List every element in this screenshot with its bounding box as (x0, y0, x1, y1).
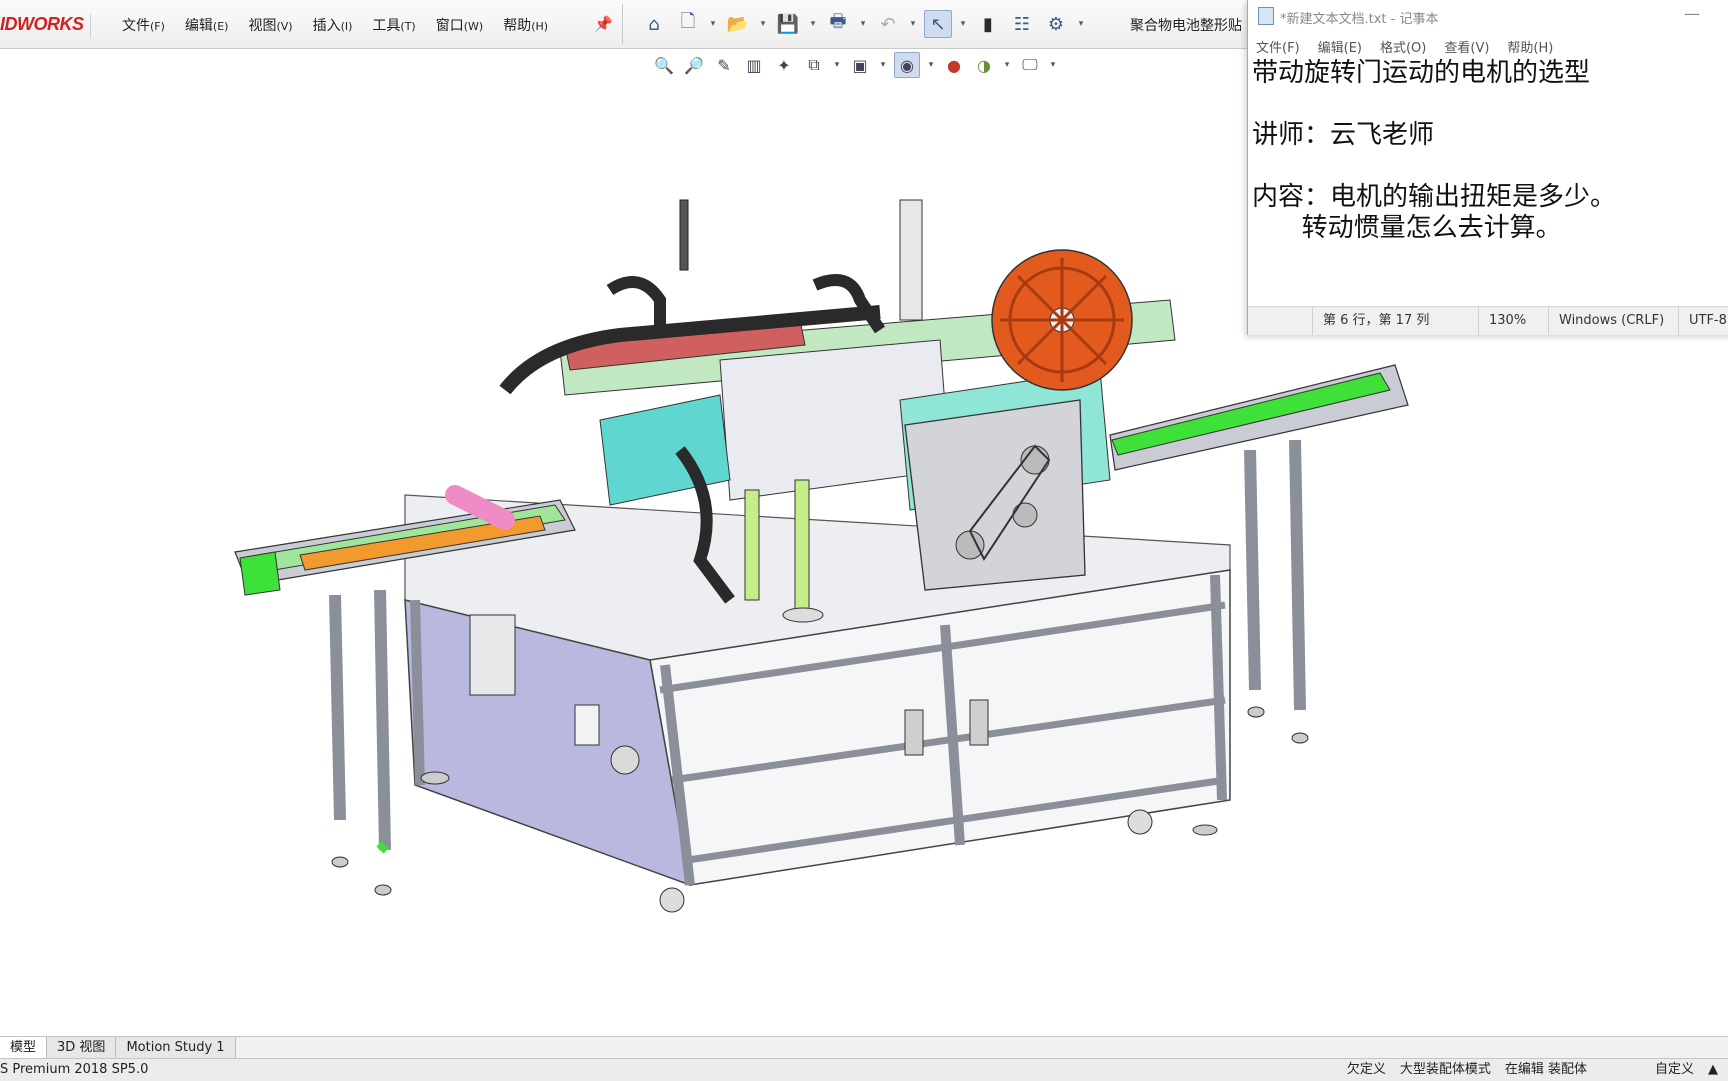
leveling-foot (1247, 706, 1265, 718)
leg-foot-green (376, 841, 389, 854)
profile-post (410, 599, 425, 786)
menu-file[interactable]: 文件(F) (112, 15, 175, 35)
solidworks-logo[interactable]: IDWORKS (0, 14, 91, 38)
notepad-status-bar: 第 6 行，第 17 列 130% Windows (CRLF) UTF-8 (1248, 306, 1728, 335)
tab-3d-view[interactable]: 3D 视图 (47, 1037, 117, 1059)
power-switch-box (574, 704, 600, 746)
tab-model[interactable]: 模型 (0, 1037, 48, 1059)
menu-insert[interactable]: 插入(I) (303, 15, 363, 35)
leveling-foot (420, 771, 450, 785)
air-filter-regulator (469, 614, 516, 696)
status-spacer (1601, 1059, 1641, 1081)
chevron-down-icon[interactable]: ▾ (1076, 19, 1086, 29)
tab-motion-study[interactable]: Motion Study 1 (116, 1037, 236, 1059)
print-icon[interactable]: 🖶 (824, 10, 852, 38)
caster-wheel (659, 887, 685, 913)
conveyor-leg (374, 589, 391, 851)
green-support-column (794, 479, 810, 611)
notepad-text-area[interactable]: 带动旋转门运动的电机的选型 讲师：云飞老师 内容：电机的输出扭矩是多少。 转动惯… (1248, 56, 1728, 306)
text-line: 转动惯量怎么去计算。 (1252, 213, 1562, 243)
chevron-down-icon[interactable]: ▾ (708, 19, 718, 29)
status-units-custom[interactable]: 自定义 (1655, 1059, 1694, 1081)
menu-tools[interactable]: 工具(T) (362, 15, 425, 35)
door-handle (904, 709, 924, 756)
options-gear-icon[interactable]: ⚙ (1042, 10, 1070, 38)
text-line: 内容：电机的输出扭矩是多少。 (1252, 182, 1617, 212)
chevron-up-icon[interactable]: ▲ (1708, 1059, 1718, 1081)
column-base (782, 607, 824, 623)
leveling-foot (374, 884, 392, 896)
caster-wheel (1127, 809, 1153, 835)
menu-window[interactable]: 窗口(W) (426, 15, 493, 35)
notepad-menu-view[interactable]: 查看(V) (1444, 37, 1489, 56)
text-line: 讲师：云飞老师 (1252, 120, 1435, 150)
file-properties-icon[interactable]: ☷ (1008, 10, 1036, 38)
menu-help[interactable]: 帮助(H) (493, 15, 558, 35)
cooling-fan (610, 745, 640, 775)
text-line: 带动旋转门运动的电机的选型 (1252, 58, 1591, 88)
main-menu: 文件(F) 编辑(E) 视图(V) 插入(I) 工具(T) 窗口(W) 帮助(H… (112, 15, 558, 35)
line-ending: Windows (CRLF) (1548, 307, 1664, 335)
notepad-title: *新建文本文档.txt - 记事本 (1280, 12, 1439, 27)
standard-toolbar: ⌂ 🗋 ▾ 📂 ▾ 💾 ▾ 🖶 ▾ ↶ ▾ ↖ ▾ ▮ ☷ ⚙ ▾ (640, 10, 1086, 38)
green-support-column (744, 489, 760, 601)
cyan-slide-plate (599, 394, 731, 506)
notepad-menu-file[interactable]: 文件(F) (1256, 37, 1300, 56)
conveyor-end-roller (239, 551, 281, 596)
status-editing-assembly: 在编辑 装配体 (1504, 1062, 1587, 1077)
tape-unwind-plate (904, 399, 1086, 591)
new-document-icon[interactable]: 🗋 (674, 10, 702, 38)
select-pointer-icon[interactable]: ↖ (924, 10, 952, 38)
home-icon[interactable]: ⌂ (640, 10, 668, 38)
cable-drag-chain (606, 276, 666, 330)
menu-edit[interactable]: 编辑(E) (175, 15, 239, 35)
chevron-down-icon[interactable]: ▾ (858, 19, 868, 29)
zoom-level: 130% (1478, 307, 1526, 335)
notepad-menu-format[interactable]: 格式(O) (1380, 37, 1426, 56)
encoding: UTF-8 (1678, 307, 1727, 335)
profile-post (1210, 574, 1227, 801)
leveling-foot (331, 856, 349, 868)
text-line (1252, 89, 1728, 120)
save-icon[interactable]: 💾 (774, 10, 802, 38)
traffic-light-icon[interactable]: ▮ (974, 10, 1002, 38)
chevron-down-icon[interactable]: ▾ (808, 19, 818, 29)
status-large-assembly-mode: 大型装配体模式 (1399, 1062, 1491, 1077)
pin-menu-icon[interactable]: 📌 (594, 15, 613, 33)
bottom-tab-bar: 模型 3D 视图 Motion Study 1 (0, 1036, 1728, 1059)
notepad-icon (1258, 7, 1274, 25)
text-line (1252, 151, 1728, 182)
vertical-linear-axis (899, 199, 923, 321)
undo-icon[interactable]: ↶ (874, 10, 902, 38)
door-handle (969, 699, 989, 746)
chevron-down-icon[interactable]: ▾ (758, 19, 768, 29)
open-folder-icon[interactable]: 📂 (724, 10, 752, 38)
document-title: 聚合物电池整形贴 (1130, 18, 1242, 34)
menu-view[interactable]: 视图(V) (238, 15, 302, 35)
vertical-sensor-rod (679, 199, 689, 271)
version-label: S Premium 2018 SP5.0 (0, 1062, 149, 1077)
status-indicators: 欠定义 大型装配体模式 在编辑 装配体 自定义 ▲ (1347, 1059, 1718, 1081)
leveling-foot (1291, 732, 1309, 744)
belt-pulley (1012, 502, 1038, 528)
notepad-menu: 文件(F) 编辑(E) 格式(O) 查看(V) 帮助(H) (1256, 37, 1553, 56)
leveling-foot (1192, 824, 1218, 836)
conveyor-leg (1244, 449, 1261, 691)
conveyor-leg (329, 594, 346, 821)
chevron-down-icon[interactable]: ▾ (908, 19, 918, 29)
conveyor-leg (1289, 439, 1306, 711)
notepad-window: *新建文本文档.txt - 记事本 — 文件(F) 编辑(E) 格式(O) 查看… (1247, 0, 1728, 335)
solidworks-menubar: IDWORKS 文件(F) 编辑(E) 视图(V) 插入(I) 工具(T) 窗口… (0, 0, 1250, 49)
belt-pulley (955, 530, 985, 560)
minimize-icon[interactable]: — (1684, 4, 1700, 23)
chevron-down-icon[interactable]: ▾ (958, 19, 968, 29)
notepad-menu-help[interactable]: 帮助(H) (1507, 37, 1553, 56)
toolbar-divider (622, 4, 623, 44)
notepad-titlebar[interactable]: *新建文本文档.txt - 记事本 — (1248, 0, 1728, 32)
status-bar: S Premium 2018 SP5.0 欠定义 大型装配体模式 在编辑 装配体… (0, 1058, 1728, 1081)
status-under-defined: 欠定义 (1346, 1062, 1386, 1077)
notepad-menu-edit[interactable]: 编辑(E) (1318, 37, 1362, 56)
cursor-position: 第 6 行，第 17 列 (1312, 307, 1429, 335)
